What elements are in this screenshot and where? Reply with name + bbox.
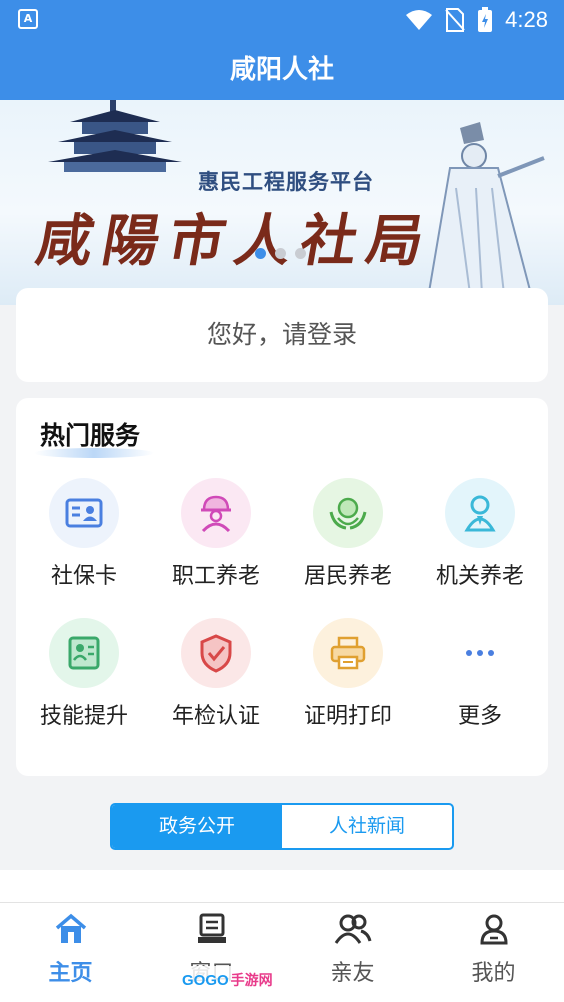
carousel-dot[interactable] [295, 248, 306, 259]
battery-charging-icon [478, 7, 493, 32]
hands-heart-icon [313, 478, 383, 548]
login-prompt-card[interactable]: 您好，请登录 [16, 288, 548, 382]
banner-carousel[interactable]: 惠民工程服务平台 咸陽市人社局 [0, 100, 564, 305]
service-employee-pension[interactable]: 职工养老 [150, 478, 282, 618]
watermark-text: 手游网 [230, 972, 273, 988]
official-person-icon [445, 478, 515, 548]
carousel-dot[interactable] [275, 248, 286, 259]
watermark-brand: GOGO [182, 971, 229, 989]
service-resident-pension[interactable]: 居民养老 [282, 478, 414, 618]
nav-label: 我的 [471, 961, 516, 986]
statue-illustration [426, 122, 545, 298]
service-institution-pension[interactable]: 机关养老 [414, 478, 546, 618]
worker-helmet-icon [181, 478, 251, 548]
wifi-icon [406, 10, 433, 30]
pavilion-illustration [48, 100, 182, 172]
no-sim-icon [445, 8, 465, 32]
carousel-dot[interactable] [255, 248, 266, 259]
service-label: 更多 [457, 704, 502, 729]
service-label: 社保卡 [50, 564, 117, 589]
home-icon [0, 903, 141, 949]
more-dots-icon [445, 618, 515, 688]
banner-subtitle: 惠民工程服务平台 [198, 170, 374, 194]
nav-friends[interactable]: 亲友 [282, 903, 423, 1002]
carousel-indicator [255, 248, 306, 259]
watermark-logo: GOGO 手游网 [178, 966, 277, 994]
login-prompt-text: 您好，请登录 [206, 320, 357, 349]
service-label: 年检认证 [171, 704, 260, 729]
system-icons: 4:28 [405, 6, 548, 34]
service-skill-upgrade[interactable]: 技能提升 [18, 618, 150, 758]
profile-icon [423, 903, 564, 949]
service-label: 职工养老 [171, 564, 260, 589]
printer-icon [313, 618, 383, 688]
nav-profile[interactable]: 我的 [423, 903, 564, 1002]
nav-label: 主页 [48, 961, 93, 986]
shield-check-icon [181, 618, 251, 688]
service-label: 居民养老 [303, 564, 392, 589]
tab-government-affairs[interactable]: 政务公开 [112, 805, 282, 848]
news-content-area [0, 870, 564, 902]
nav-home[interactable]: 主页 [0, 903, 141, 1002]
skill-certificate-icon [49, 618, 119, 688]
hot-services-section: 热门服务 社保卡 职工养老 居民养老 机关养老 技能提升 年检认证 证明打印 更… [16, 398, 548, 776]
service-label: 证明打印 [303, 704, 392, 729]
tab-hr-news[interactable]: 人社新闻 [282, 805, 452, 848]
window-icon [141, 903, 282, 949]
service-label: 技能提升 [39, 704, 128, 729]
service-annual-certification[interactable]: 年检认证 [150, 618, 282, 758]
friends-icon [282, 903, 423, 949]
news-tabs: 政务公开 人社新闻 [110, 803, 454, 850]
status-time: 4:28 [505, 7, 548, 32]
service-social-security-card[interactable]: 社保卡 [18, 478, 150, 618]
page-title: 咸阳人社 [0, 40, 564, 100]
nav-label: 亲友 [330, 961, 375, 986]
service-more[interactable]: 更多 [414, 618, 546, 758]
status-bar: A 4:28 [0, 0, 564, 40]
section-title: 热门服务 [40, 421, 141, 450]
id-card-icon [49, 478, 119, 548]
bottom-nav: 主页 窗口 亲友 我的 [0, 902, 564, 1002]
banner-calligraphy: 咸陽市人社局 [31, 208, 440, 274]
service-certificate-print[interactable]: 证明打印 [282, 618, 414, 758]
app-notification-icon: A [18, 9, 38, 29]
title-underline [34, 448, 154, 458]
service-label: 机关养老 [435, 564, 524, 589]
